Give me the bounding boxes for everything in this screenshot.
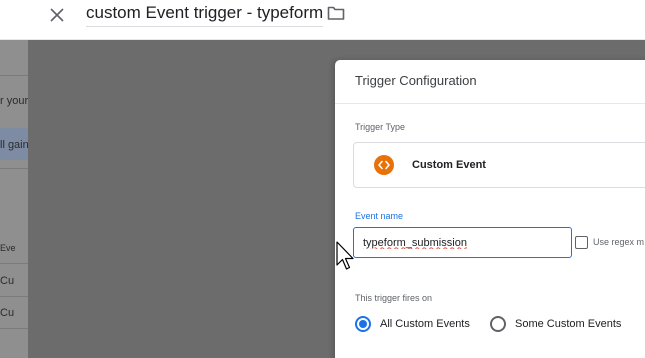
background-text: Cu — [0, 275, 15, 287]
divider — [0, 75, 28, 76]
some-custom-events-label: Some Custom Events — [515, 318, 622, 330]
divider — [0, 296, 28, 297]
code-icon — [374, 155, 394, 175]
trigger-type-selector[interactable]: Custom Event — [353, 142, 645, 188]
some-custom-events-radio[interactable] — [490, 316, 506, 332]
use-regex-checkbox[interactable] — [575, 236, 588, 249]
trigger-type-value: Custom Event — [412, 159, 486, 171]
editor-header: custom Event trigger - typeform — [0, 0, 645, 40]
card-title: Trigger Configuration — [355, 73, 477, 88]
close-button[interactable] — [46, 4, 68, 26]
fires-on-label: This trigger fires on — [355, 293, 433, 303]
divider — [335, 103, 645, 104]
trigger-name-title[interactable]: custom Event trigger - typeform — [86, 3, 324, 27]
trigger-type-label: Trigger Type — [355, 122, 406, 132]
background-text: Eve — [0, 243, 16, 253]
divider — [0, 168, 28, 169]
folder-icon — [327, 6, 345, 20]
close-icon — [50, 8, 64, 22]
divider — [0, 263, 28, 264]
folder-button[interactable] — [327, 5, 347, 23]
mouse-cursor-icon — [336, 241, 354, 270]
event-name-label: Event name — [355, 211, 404, 221]
use-regex-label: Use regex m — [593, 237, 645, 247]
event-name-input[interactable] — [353, 227, 572, 258]
background-panel: r your ll gain Eve Cu Cu — [0, 40, 28, 358]
background-text: ll gain — [0, 139, 28, 151]
background-text: Cu — [0, 307, 15, 319]
trigger-configuration-card: Trigger Configuration Trigger Type Custo… — [335, 60, 645, 358]
divider — [0, 328, 28, 329]
background-text: r your — [0, 95, 28, 107]
all-custom-events-radio[interactable] — [355, 316, 371, 332]
all-custom-events-label: All Custom Events — [380, 318, 470, 330]
